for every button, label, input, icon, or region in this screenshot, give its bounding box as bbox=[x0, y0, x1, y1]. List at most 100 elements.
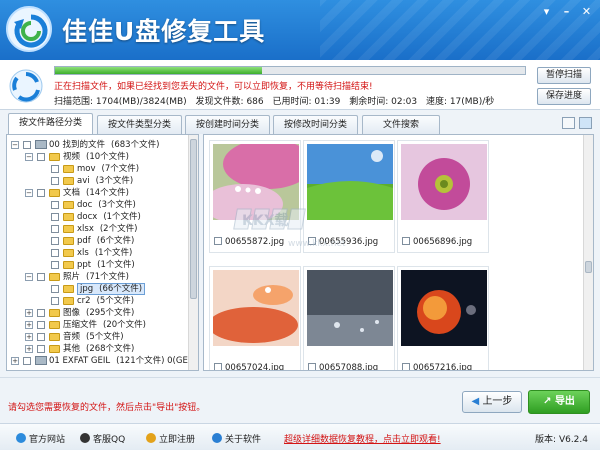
file-thumbnail[interactable]: 00657024.jpg bbox=[209, 266, 301, 370]
tree-node-checkbox[interactable] bbox=[51, 297, 59, 305]
tree-node-label[interactable]: 00 找到的文件 (683个文件) bbox=[49, 139, 159, 151]
file-checkbox[interactable] bbox=[308, 237, 316, 245]
expand-icon[interactable]: + bbox=[11, 357, 19, 365]
file-thumbnail[interactable]: 00657088.jpg bbox=[303, 266, 395, 370]
tree-node[interactable]: xls (1个文件) bbox=[7, 247, 189, 259]
tree-node-label[interactable]: 视频 (10个文件) bbox=[63, 151, 129, 163]
tab-by-modified[interactable]: 按修改时间分类 bbox=[273, 115, 358, 134]
expand-icon[interactable]: + bbox=[25, 333, 33, 341]
pause-scan-button[interactable]: 暂停扫描 bbox=[537, 67, 591, 84]
file-checkbox[interactable] bbox=[308, 363, 316, 370]
tree-node[interactable]: − 视频 (10个文件) bbox=[7, 151, 189, 163]
tree-node-label[interactable]: jpg (66个文件) bbox=[77, 283, 146, 295]
tree-node-checkbox[interactable] bbox=[37, 189, 45, 197]
file-thumbnail[interactable]: 00657216.jpg bbox=[397, 266, 489, 370]
file-checkbox[interactable] bbox=[402, 237, 410, 245]
about-link[interactable]: 关于软件 bbox=[212, 432, 261, 445]
collapse-icon[interactable]: − bbox=[25, 189, 33, 197]
expand-icon[interactable]: + bbox=[25, 321, 33, 329]
tree-node-checkbox[interactable] bbox=[51, 261, 59, 269]
tree-node-checkbox[interactable] bbox=[37, 153, 45, 161]
tree-node[interactable]: cr2 (5个文件) bbox=[7, 295, 189, 307]
tree-node-checkbox[interactable] bbox=[37, 345, 45, 353]
tree-node-checkbox[interactable] bbox=[37, 321, 45, 329]
tree-node[interactable]: xlsx (2个文件) bbox=[7, 223, 189, 235]
tree-scrollbar-thumb[interactable] bbox=[190, 139, 197, 299]
tree-node[interactable]: + 其他 (268个文件) bbox=[7, 343, 189, 355]
tree-node-label[interactable]: ppt (1个文件) bbox=[77, 259, 135, 271]
tree-node-label[interactable]: 其他 (268个文件) bbox=[63, 343, 134, 355]
tree-node-checkbox[interactable] bbox=[51, 201, 59, 209]
tree-node-checkbox[interactable] bbox=[51, 225, 59, 233]
tree-node[interactable]: pdf (6个文件) bbox=[7, 235, 189, 247]
tree-node-checkbox[interactable] bbox=[23, 357, 31, 365]
file-thumbnail[interactable]: 00655936.jpg bbox=[303, 140, 395, 253]
tree-node[interactable]: doc (3个文件) bbox=[7, 199, 189, 211]
tutorial-promo-link[interactable]: 超级详细数据恢复教程，点击立即观看! bbox=[284, 432, 441, 445]
file-thumbnail[interactable]: 00655872.jpg bbox=[209, 140, 301, 253]
tree-node[interactable]: − 00 找到的文件 (683个文件) bbox=[7, 139, 189, 151]
official-site-link[interactable]: 官方网站 bbox=[16, 432, 65, 445]
tree-node-checkbox[interactable] bbox=[37, 309, 45, 317]
tab-file-search[interactable]: 文件搜索 bbox=[362, 115, 440, 134]
tab-by-type[interactable]: 按文件类型分类 bbox=[97, 115, 182, 134]
collapse-icon[interactable]: − bbox=[11, 141, 19, 149]
tree-node[interactable]: ppt (1个文件) bbox=[7, 259, 189, 271]
file-checkbox[interactable] bbox=[214, 237, 222, 245]
tree-node-label[interactable]: 照片 (71个文件) bbox=[63, 271, 129, 283]
tree-node-label[interactable]: docx (1个文件) bbox=[77, 211, 141, 223]
tree-node-label[interactable]: xlsx (2个文件) bbox=[77, 223, 137, 235]
tree-node-label[interactable]: doc (3个文件) bbox=[77, 199, 136, 211]
tree-node-label[interactable]: 文档 (14个文件) bbox=[63, 187, 129, 199]
tree-node[interactable]: + 压缩文件 (20个文件) bbox=[7, 319, 189, 331]
tree-node-label[interactable]: xls (1个文件) bbox=[77, 247, 132, 259]
file-thumbnail[interactable]: 00656896.jpg bbox=[397, 140, 489, 253]
close-icon[interactable]: ✕ bbox=[579, 5, 594, 19]
export-button[interactable]: ↗ 导出 bbox=[528, 390, 590, 414]
previous-step-button[interactable]: ◀ 上一步 bbox=[462, 391, 522, 413]
grid-scrollbar[interactable] bbox=[583, 135, 593, 370]
minimize-icon[interactable]: – bbox=[559, 5, 574, 19]
tree-node[interactable]: +01 EXFAT GEIL (121个文件) 0(GE bbox=[7, 355, 189, 367]
tree-node[interactable]: avi (3个文件) bbox=[7, 175, 189, 187]
tree-node-label[interactable]: 01 EXFAT GEIL (121个文件) 0(GE bbox=[49, 355, 188, 367]
collapse-icon[interactable]: − bbox=[25, 153, 33, 161]
tree-node-label[interactable]: 音频 (5个文件) bbox=[63, 331, 124, 343]
tree-node-checkbox[interactable] bbox=[51, 249, 59, 257]
tree-node-checkbox[interactable] bbox=[37, 333, 45, 341]
tree-node-checkbox[interactable] bbox=[51, 177, 59, 185]
tree-node-label[interactable]: mov (7个文件) bbox=[77, 163, 139, 175]
tree-node-label[interactable]: 图像 (295个文件) bbox=[63, 307, 134, 319]
tree-node-checkbox[interactable] bbox=[51, 237, 59, 245]
down-arrow-icon[interactable]: ▾ bbox=[539, 5, 554, 19]
tab-by-created[interactable]: 按创建时间分类 bbox=[185, 115, 270, 134]
register-link[interactable]: 立即注册 bbox=[146, 432, 195, 445]
grid-scrollbar-thumb[interactable] bbox=[585, 261, 592, 273]
collapse-icon[interactable]: − bbox=[25, 273, 33, 281]
tree-node-checkbox[interactable] bbox=[51, 213, 59, 221]
tree-node-label[interactable]: cr2 (5个文件) bbox=[77, 295, 134, 307]
tree-node-label[interactable]: pdf (6个文件) bbox=[77, 235, 134, 247]
tree-node-label[interactable]: avi (3个文件) bbox=[77, 175, 133, 187]
tree-node[interactable]: mov (7个文件) bbox=[7, 163, 189, 175]
tree-node-checkbox[interactable] bbox=[23, 141, 31, 149]
tree-node[interactable]: + 图像 (295个文件) bbox=[7, 307, 189, 319]
tree-node[interactable]: docx (1个文件) bbox=[7, 211, 189, 223]
tree-node[interactable]: − 照片 (71个文件) bbox=[7, 271, 189, 283]
file-checkbox[interactable] bbox=[214, 363, 222, 370]
expand-icon[interactable]: + bbox=[25, 345, 33, 353]
list-view-icon[interactable] bbox=[562, 117, 575, 129]
tree-scrollbar[interactable] bbox=[188, 135, 198, 370]
support-qq-link[interactable]: 客服QQ bbox=[80, 432, 125, 445]
tree-node-checkbox[interactable] bbox=[37, 273, 45, 281]
tree-node[interactable]: jpg (66个文件) bbox=[7, 283, 189, 295]
save-progress-button[interactable]: 保存进度 bbox=[537, 88, 591, 105]
expand-icon[interactable]: + bbox=[25, 309, 33, 317]
tree-node[interactable]: + 音频 (5个文件) bbox=[7, 331, 189, 343]
tree-node-checkbox[interactable] bbox=[51, 165, 59, 173]
tree-node-label[interactable]: 压缩文件 (20个文件) bbox=[63, 319, 146, 331]
tree-node[interactable]: − 文档 (14个文件) bbox=[7, 187, 189, 199]
tab-by-path[interactable]: 按文件路径分类 bbox=[8, 113, 93, 134]
tree-node-checkbox[interactable] bbox=[51, 285, 59, 293]
thumbnail-view-icon[interactable] bbox=[579, 117, 592, 129]
